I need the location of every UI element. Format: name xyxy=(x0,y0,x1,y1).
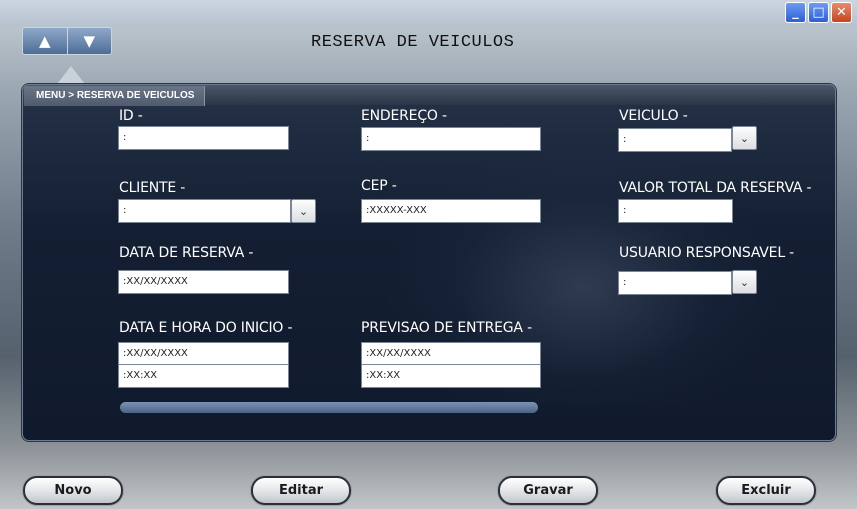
close-button[interactable]: ✕ xyxy=(831,2,852,23)
arrow-up-icon: ▲ xyxy=(38,32,51,50)
valor-total-label: VALOR TOTAL DA RESERVA - xyxy=(619,180,812,196)
cep-label: CEP - xyxy=(361,178,397,194)
valor-total-field[interactable]: : xyxy=(618,199,733,223)
arrow-down-icon: ▼ xyxy=(83,32,96,50)
veiculo-dropdown-button[interactable]: ⌄ xyxy=(732,126,757,150)
maximize-button[interactable]: □ xyxy=(808,2,829,23)
cliente-select[interactable]: : xyxy=(118,199,291,223)
editar-button[interactable]: Editar xyxy=(251,476,351,505)
data-reserva-label: DATA DE RESERVA - xyxy=(119,245,254,261)
usuario-label: USUARIO RESPONSAVEL - xyxy=(619,245,795,261)
novo-button[interactable]: Novo xyxy=(23,476,123,505)
entrega-time-field[interactable]: :XX:XX xyxy=(361,364,541,388)
chevron-down-icon: ⌄ xyxy=(739,131,750,145)
nav-up-button[interactable]: ▲ xyxy=(23,28,67,54)
chevron-down-icon: ⌄ xyxy=(298,204,309,218)
breadcrumb: MENU > RESERVA DE VEICULOS xyxy=(24,86,206,106)
veiculo-label: VEICULO - xyxy=(619,108,688,124)
veiculo-select[interactable]: : xyxy=(618,128,732,152)
cliente-dropdown-button[interactable]: ⌄ xyxy=(291,199,316,223)
window-titlebar: _ □ ✕ xyxy=(0,0,857,26)
pointer-decoration xyxy=(57,66,85,84)
cliente-label: CLIENTE - xyxy=(119,180,186,196)
horizontal-scrollbar[interactable] xyxy=(120,402,538,413)
id-field[interactable]: : xyxy=(118,126,289,150)
cep-field[interactable]: :XXXXX-XXX xyxy=(361,199,541,223)
id-label: ID - xyxy=(119,108,143,124)
inicio-date-field[interactable]: :XX/XX/XXXX xyxy=(118,342,289,366)
page-title: RESERVA DE VEICULOS xyxy=(311,33,515,52)
reservation-form-panel: MENU > RESERVA DE VEICULOS ID - : CLIENT… xyxy=(22,84,836,441)
entrega-label: PREVISAO DE ENTREGA - xyxy=(361,320,532,336)
usuario-select[interactable]: : xyxy=(618,271,732,295)
minimize-button[interactable]: _ xyxy=(785,2,806,23)
nav-down-button[interactable]: ▼ xyxy=(66,28,112,54)
gravar-button[interactable]: Gravar xyxy=(498,476,598,505)
excluir-button[interactable]: Excluir xyxy=(716,476,816,505)
inicio-time-field[interactable]: :XX:XX xyxy=(118,364,289,388)
inicio-label: DATA E HORA DO INICIO - xyxy=(119,320,293,336)
endereco-field[interactable]: : xyxy=(361,127,541,151)
usuario-dropdown-button[interactable]: ⌄ xyxy=(732,270,757,294)
record-nav: ▲ ▼ xyxy=(22,27,112,55)
entrega-date-field[interactable]: :XX/XX/XXXX xyxy=(361,342,541,366)
endereco-label: ENDEREÇO - xyxy=(361,108,447,124)
data-reserva-field[interactable]: :XX/XX/XXXX xyxy=(118,270,289,294)
chevron-down-icon: ⌄ xyxy=(739,275,750,289)
